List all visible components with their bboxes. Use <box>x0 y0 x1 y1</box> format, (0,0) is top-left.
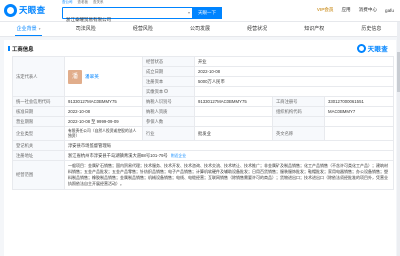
type-value: 有限责任公司（自然人投资或控股的法人独资） <box>64 126 143 141</box>
tab-label: 司法风险 <box>75 26 96 32</box>
vip-link[interactable]: VIP会员 <box>317 7 334 13</box>
address-label: 注册地址 <box>12 150 65 161</box>
tab-label: 公司发展 <box>189 26 210 32</box>
tab-history[interactable]: 历史信息 <box>343 22 400 36</box>
tab-company-development[interactable]: 公司发展 <box>171 22 228 36</box>
consumption-center-link[interactable]: 消费中心 <box>359 7 377 13</box>
reg-capital-value: 5000万人民币 <box>193 76 395 87</box>
top-nav-links: VIP会员 应用 消费中心 gafu <box>317 7 394 13</box>
top-navigation-bar: 天眼查 查公司 查老板 查关系 ▾ 天眼一下 VIP会员 应用 消费中心 gaf… <box>0 0 400 25</box>
tab-judicial-risk[interactable]: 司法风险 <box>57 22 114 36</box>
business-info-table: 法定代表人 潘潘翠英 经营状态 开业 成立日期 2022-10-08 注册资本 … <box>12 56 395 190</box>
tab-label: 知识产权 <box>304 26 325 32</box>
est-date-value: 2022-10-08 <box>193 66 395 77</box>
taxpayer-quality-label: 纳税人资质 <box>142 106 195 117</box>
section-title: 工商信息 <box>8 46 34 53</box>
avatar[interactable]: 潘 <box>68 69 82 84</box>
tab-label: 经营状况 <box>247 26 268 32</box>
taxpayer-id-value: 91330127MAC0BMMY75 <box>194 96 273 107</box>
legal-rep-name-link[interactable]: 潘翠英 <box>85 74 99 79</box>
tab-intellectual-property[interactable]: 知识产权 <box>286 22 343 36</box>
legal-rep-label: 法定代表人 <box>12 56 65 97</box>
search-type-tabs: 查公司 查老板 查关系 <box>62 0 104 5</box>
credit-code-label: 统一社会信用代码 <box>12 96 65 107</box>
paid-capital-value <box>193 86 395 97</box>
reg-capital-label: 注册资本 <box>142 76 195 87</box>
status-label: 经营状态 <box>142 56 195 67</box>
region-value <box>323 116 395 127</box>
status-value: 开业 <box>193 56 395 67</box>
chevron-down-icon: ▾ <box>38 27 41 31</box>
site-logo[interactable]: 天眼查 <box>4 3 45 17</box>
taxpayer-quality-value <box>194 106 273 117</box>
credit-code-value: 91330127MAC0BMMY75 <box>64 96 143 107</box>
search-button[interactable]: 天眼一下 <box>192 7 222 19</box>
section-tabs: 企业背景 ▾ 司法风险 经营风险 公司发展 经营状况 知识产权 历史信息 <box>0 22 400 37</box>
period-label: 营业期限 <box>12 116 65 127</box>
paid-capital-label: 实缴资本 <box>142 86 195 97</box>
org-code-label: 组织机构代码 <box>272 106 325 117</box>
insured-value <box>194 116 273 127</box>
watermark-logo-text: 天眼查 <box>367 46 388 53</box>
reg-number-label: 工商注册号 <box>272 96 325 107</box>
approval-date-label: 核准日期 <box>12 106 65 117</box>
tab-label: 企业背景 <box>16 26 37 32</box>
legal-rep-cell: 潘潘翠英 <box>64 56 143 97</box>
est-date-label: 成立日期 <box>142 66 195 77</box>
region-label <box>272 116 325 127</box>
apps-link[interactable]: 应用 <box>341 7 350 13</box>
help-icon[interactable] <box>164 89 169 94</box>
search-tab-company[interactable]: 查公司 <box>62 0 73 5</box>
tab-operating-status[interactable]: 经营状况 <box>229 22 286 36</box>
org-code-value: MAC0BMMY7 <box>323 106 395 117</box>
english-name-value <box>323 126 395 141</box>
type-label: 企业类型 <box>12 126 65 141</box>
search-box: ▾ 天眼一下 <box>62 7 222 25</box>
industry-value: 批发业 <box>194 126 273 141</box>
tab-operating-risk[interactable]: 经营风险 <box>114 22 171 36</box>
site-logo-text: 天眼查 <box>19 5 46 15</box>
eye-logo-icon <box>4 3 17 17</box>
watermark-logo: 天眼查 <box>356 43 388 53</box>
authority-value: 淳安县市场监督管理局 <box>63 140 395 151</box>
insured-label: 参保人数 <box>142 116 195 127</box>
paid-capital-label-text: 实缴资本 <box>146 88 164 94</box>
scope-value: 一般项目：金属矿石销售；国内贸易代理；技术服务、技术开发、技术咨询、技术交流、技… <box>63 160 395 190</box>
address-cell: 浙江省杭州市淳安县千岛湖镇青溪大道88号101-79号 附近企业 <box>63 150 395 161</box>
authority-label: 登记机关 <box>12 140 65 151</box>
period-value: 2022-10-08 至 9999-09-09 <box>64 116 143 127</box>
business-info-card: 工商信息 天眼查 法定代表人 潘潘翠英 经营状态 开业 成立日期 2022-10… <box>4 40 396 256</box>
search-tab-boss[interactable]: 查老板 <box>78 0 89 5</box>
nearby-companies-link[interactable]: 附近企业 <box>171 154 186 158</box>
industry-label: 行业 <box>142 126 195 141</box>
english-name-label: 英文名称 <box>272 126 325 141</box>
search-tab-relation[interactable]: 查关系 <box>93 0 104 5</box>
approval-date-value: 2022-10-08 <box>64 106 143 117</box>
eye-logo-icon <box>356 43 366 53</box>
address-value: 浙江省杭州市淳安县千岛湖镇青溪大道88号101-79号 <box>68 152 168 158</box>
tab-label: 历史信息 <box>361 26 382 32</box>
tab-label: 经营风险 <box>132 26 153 32</box>
reg-number-value: 330127000061551 <box>323 96 395 107</box>
chevron-down-icon[interactable]: ▾ <box>188 10 190 15</box>
taxpayer-id-label: 纳税人识别号 <box>142 96 195 107</box>
scope-label: 经营范围 <box>12 160 65 190</box>
tab-enterprise-background[interactable]: 企业背景 ▾ <box>0 22 57 36</box>
user-menu[interactable]: gafu <box>385 8 394 13</box>
